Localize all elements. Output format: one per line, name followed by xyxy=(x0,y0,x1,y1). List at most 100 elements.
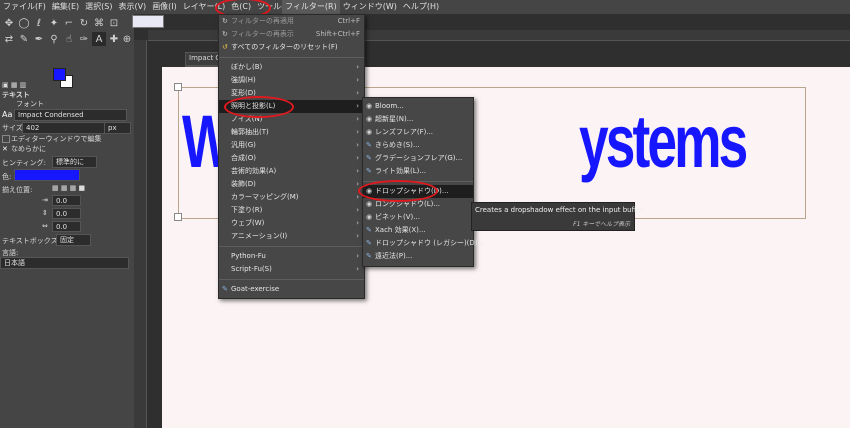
brush-icon-row[interactable]: ▣ ▦ ▥ xyxy=(2,81,26,89)
filters-menu: ↻ フィルターの再適用 Ctrl+F ↻ フィルターの再表示 Shift+Ctr… xyxy=(218,14,365,299)
font-field[interactable]: Impact Condensed xyxy=(14,109,127,121)
ellipse-select-icon[interactable]: ◯ xyxy=(17,16,31,30)
text-box-handle-tl[interactable] xyxy=(174,83,182,91)
menu-filters[interactable]: フィルター(R) xyxy=(282,0,340,14)
indent-field[interactable]: 0.0 xyxy=(52,195,81,206)
submenu-item[interactable]: ✎ 遠近法(P)... xyxy=(363,250,473,263)
gegl-icon: ◉ xyxy=(366,200,373,208)
image-tab[interactable]: Impact C xyxy=(185,52,221,66)
menu-file[interactable]: ファイル(F) xyxy=(0,0,49,14)
justify-buttons[interactable]: ▦ ▦ ▦ ■ xyxy=(52,184,85,192)
size-field[interactable]: 402 xyxy=(22,122,105,134)
zoom-icon[interactable]: ⊕ xyxy=(120,32,134,46)
submenu-arrow-icon: › xyxy=(356,154,359,162)
reshow-filter-item[interactable]: ↻ フィルターの再表示 Shift+Ctrl+F xyxy=(219,28,364,41)
filters-menu-item-label: アニメーション(I) xyxy=(231,232,288,240)
reapply-filter-item[interactable]: ↻ フィルターの再適用 Ctrl+F xyxy=(219,15,364,28)
hinting-label: ヒンティング: xyxy=(2,159,46,167)
submenu-item[interactable]: ◉ 超新星(N)... xyxy=(363,113,473,126)
gegl-icon: ◉ xyxy=(366,128,373,136)
submenu-item-label: 遠近法(P)... xyxy=(375,252,413,260)
filters-menu-item[interactable]: 汎用(G) › xyxy=(219,139,364,152)
submenu-item[interactable]: ◉ レンズフレア(F)... xyxy=(363,126,473,139)
submenu-arrow-icon: › xyxy=(356,141,359,149)
filters-menu-item-label: ぼかし(B) xyxy=(231,63,263,71)
warp-icon[interactable]: ⌘ xyxy=(92,16,106,30)
tooltip-help: F1 キーでヘルプ表示 xyxy=(573,221,630,228)
menu-view[interactable]: 表示(V) xyxy=(115,0,149,14)
filters-menu-item[interactable]: アニメーション(I) › xyxy=(219,230,364,243)
rotate-icon[interactable]: ↻ xyxy=(77,16,91,30)
submenu-item[interactable]: ✎ グラデーションフレア(G)... xyxy=(363,152,473,165)
menu-help[interactable]: ヘルプ(H) xyxy=(400,0,442,14)
box-select[interactable]: 固定 xyxy=(56,234,91,246)
filters-menu-item[interactable]: 装飾(D) › xyxy=(219,178,364,191)
filters-menu-item-label: 装飾(D) xyxy=(231,180,256,188)
smudge-icon[interactable]: ☝ xyxy=(62,32,76,46)
filters-menu-item[interactable]: 芸術的効果(A) › xyxy=(219,165,364,178)
submenu-arrow-icon: › xyxy=(356,167,359,175)
text-color-swatch[interactable] xyxy=(14,169,80,181)
filters-menu-item[interactable]: ウェブ(W) › xyxy=(219,217,364,230)
submenu-item[interactable]: ✎ ライト効果(L)... xyxy=(363,165,473,178)
line-spacing-field[interactable]: 0.0 xyxy=(52,208,81,219)
foreground-color-swatch[interactable] xyxy=(53,68,66,81)
text-tool-icon[interactable]: A xyxy=(92,32,106,46)
submenu-arrow-icon: › xyxy=(356,102,359,110)
submenu-item[interactable]: ✎ Xach 効果(X)... xyxy=(363,224,473,237)
antialias-checkbox[interactable]: ✕ xyxy=(2,145,8,153)
vertical-ruler[interactable] xyxy=(134,40,147,428)
move-icon[interactable]: ✥ xyxy=(2,16,16,30)
submenu-item[interactable]: ✎ きらめき(S)... xyxy=(363,139,473,152)
submenu-item[interactable]: ◉ ビネット(V)... xyxy=(363,211,473,224)
submenu-item-label: ドロップシャドウ (レガシー)(D)... xyxy=(375,239,485,247)
menu-separator xyxy=(219,246,364,247)
filters-menu-item[interactable]: ぼかし(B) › xyxy=(219,61,364,74)
clone-icon[interactable]: ⚲ xyxy=(47,32,61,46)
justify-label: 揃え位置: xyxy=(2,186,33,194)
pencil-icon[interactable]: ✎ xyxy=(17,32,31,46)
filters-menu-item-label: 強調(H) xyxy=(231,76,256,84)
color-picker-icon[interactable]: ✚ xyxy=(107,32,121,46)
editor-checkbox[interactable] xyxy=(2,135,10,143)
airbrush-icon[interactable]: ✒ xyxy=(32,32,46,46)
plugin-icon: ✎ xyxy=(366,226,372,234)
hinting-select[interactable]: 標準的に xyxy=(52,156,97,168)
submenu-item-label: Bloom... xyxy=(375,102,404,110)
menu-edit[interactable]: 編集(E) xyxy=(49,0,82,14)
light-shadow-highlight-circle xyxy=(224,96,294,118)
size-unit-select[interactable]: px xyxy=(104,122,131,134)
path-icon[interactable]: ✑ xyxy=(77,32,91,46)
image-thumbnail[interactable] xyxy=(132,15,164,28)
reshow-shortcut: Shift+Ctrl+F xyxy=(315,30,360,38)
reset-filters-label: すべてのフィルターのリセット(F) xyxy=(231,43,338,51)
reapply-filter-label: フィルターの再適用 xyxy=(231,17,294,25)
script-fu-label: Script-Fu(S) xyxy=(231,265,272,273)
unified-transform-icon[interactable]: ⊡ xyxy=(107,16,121,30)
submenu-item[interactable]: ✎ ドロップシャドウ (レガシー)(D)... xyxy=(363,237,484,250)
filters-menu-item[interactable]: 輪郭抽出(T) › xyxy=(219,126,364,139)
lasso-icon[interactable]: ℓ xyxy=(32,16,46,30)
menu-image[interactable]: 画像(I) xyxy=(149,0,180,14)
python-fu-item[interactable]: Python-Fu › xyxy=(219,250,364,263)
script-fu-item[interactable]: Script-Fu(S) › xyxy=(219,263,364,276)
filters-menu-item-label: カラーマッピング(M) xyxy=(231,193,299,201)
filters-menu-item[interactable]: 強調(H) › xyxy=(219,74,364,87)
submenu-arrow-icon: › xyxy=(356,219,359,227)
goat-exercise-item[interactable]: ✎ Goat-exercise xyxy=(219,283,364,296)
flip-icon[interactable]: ⇄ xyxy=(2,32,16,46)
submenu-item-label: グラデーションフレア(G)... xyxy=(375,154,463,162)
menu-select[interactable]: 選択(S) xyxy=(82,0,115,14)
filters-menu-item[interactable]: カラーマッピング(M) › xyxy=(219,191,364,204)
language-field[interactable]: 日本語 xyxy=(0,257,129,269)
filters-menu-item[interactable]: 合成(O) › xyxy=(219,152,364,165)
reset-filters-item[interactable]: ↺ すべてのフィルターのリセット(F) xyxy=(219,41,364,54)
crop-icon[interactable]: ⌐ xyxy=(62,16,76,30)
menu-windows[interactable]: ウィンドウ(W) xyxy=(340,0,400,14)
text-box-handle-bl[interactable] xyxy=(174,213,182,221)
fuzzy-select-icon[interactable]: ✦ xyxy=(47,16,61,30)
submenu-item[interactable]: ◉ Bloom... xyxy=(363,100,473,113)
letter-spacing-field[interactable]: 0.0 xyxy=(52,221,81,232)
filters-menu-item[interactable]: 下塗り(R) › xyxy=(219,204,364,217)
gegl-icon: ◉ xyxy=(366,115,373,123)
